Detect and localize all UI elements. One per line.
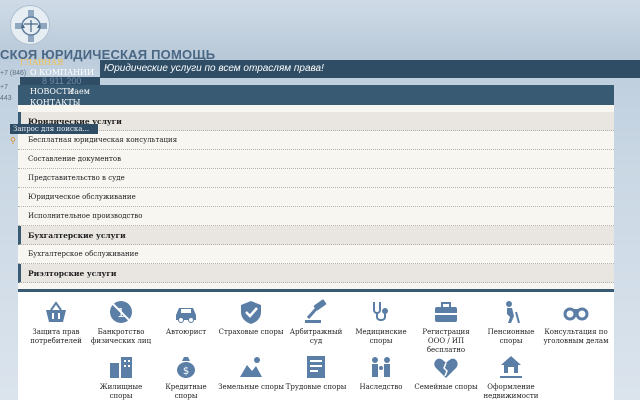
service-label: Оформление недвижимости — [483, 383, 539, 400]
gavel-icon — [305, 299, 327, 323]
service-label: Автоюрист — [165, 328, 207, 336]
menu-item[interactable]: Юридическое обслуживание — [18, 188, 614, 207]
service-registration[interactable]: Регистрация ООО / ИП бесплатно — [413, 298, 479, 355]
menu-item[interactable]: Бесплатная юридическая консультация — [18, 131, 614, 150]
elderly-icon — [506, 301, 520, 324]
money-bag-icon: $ — [177, 357, 195, 378]
buildings-icon — [110, 357, 132, 378]
menu-item[interactable]: Исполнительное производство — [18, 207, 614, 226]
service-label: Консультация по уголовным делам — [543, 328, 609, 345]
service-label: Жилищные споры — [99, 383, 143, 400]
briefcase-icon — [435, 302, 457, 322]
service-label: Земельные споры — [218, 383, 284, 391]
service-criminal[interactable]: Консультация по уголовным делам — [543, 298, 609, 346]
service-credit[interactable]: $ Кредитные споры — [153, 353, 219, 400]
house-hand-icon — [500, 356, 522, 378]
logo[interactable] — [10, 5, 50, 45]
menu-item[interactable]: Представительство в суде — [18, 169, 614, 188]
service-label: Семейные споры — [414, 383, 478, 391]
menu-item[interactable]: Составление документов — [18, 150, 614, 169]
main-top-bar — [18, 85, 614, 105]
service-label: Банкротство физических лиц — [90, 328, 152, 345]
service-label: Кредитные споры — [165, 383, 207, 400]
nav-home[interactable]: ГЛАВНАЯ — [20, 58, 63, 67]
stethoscope-icon — [373, 302, 388, 321]
nav-about[interactable]: О КОМПАНИИ — [30, 68, 94, 77]
service-insurance[interactable]: Страховые споры — [218, 298, 284, 337]
service-label: Защита прав потребителей — [30, 328, 82, 345]
phone-fragment: +7 (846) — [0, 70, 27, 77]
service-label: Арбитражный суд — [289, 328, 343, 345]
service-label: Медицинские споры — [355, 328, 407, 345]
service-label: Регистрация ООО / ИП бесплатно — [422, 328, 470, 354]
search-icon[interactable]: ⚲ — [10, 136, 16, 145]
service-housing[interactable]: Жилищные споры — [88, 353, 154, 400]
service-medical[interactable]: Медицинские споры — [348, 298, 414, 346]
svg-text:$: $ — [183, 366, 189, 377]
car-icon — [176, 308, 196, 323]
service-realty[interactable]: Оформление недвижимости — [478, 353, 544, 400]
land-icon — [240, 357, 262, 377]
document-icon — [307, 356, 325, 378]
broken-heart-icon — [434, 358, 458, 378]
overlap-text: гаем — [70, 87, 90, 96]
menu-header-accounting[interactable]: Бухгалтерские услуги — [18, 226, 614, 245]
menu-header-realty[interactable]: Риэлторские услуги — [18, 264, 614, 283]
service-auto-lawyer[interactable]: Автоюрист — [153, 298, 219, 337]
service-bankruptcy[interactable]: 1 Банкротство физических лиц — [88, 298, 154, 346]
scales-logo-icon — [15, 10, 47, 42]
service-arbitration[interactable]: Арбитражный суд — [283, 298, 349, 346]
nav-news[interactable]: НОВОСТИ — [30, 87, 74, 96]
service-label: Пенсионные споры — [487, 328, 535, 345]
bankruptcy-icon: 1 — [110, 301, 132, 323]
handcuffs-icon — [563, 307, 589, 321]
service-inheritance[interactable]: Наследство — [348, 353, 414, 392]
service-label: Трудовые споры — [285, 383, 347, 391]
service-consumer-rights[interactable]: Защита прав потребителей — [23, 298, 89, 346]
family-icon — [372, 357, 390, 377]
service-label: Наследство — [359, 383, 403, 391]
service-pension[interactable]: Пенсионные споры — [478, 298, 544, 346]
service-label: Страховые споры — [218, 328, 284, 336]
service-land[interactable]: Земельные споры — [218, 353, 284, 392]
service-labor[interactable]: Трудовые споры — [283, 353, 349, 392]
shield-check-icon — [241, 301, 261, 324]
search-input[interactable]: Запрос для поиска... — [10, 124, 98, 134]
basket-icon — [46, 301, 66, 322]
service-family[interactable]: Семейные споры — [413, 353, 479, 392]
tagline: Юридические услуги по всем отраслям прав… — [104, 63, 324, 74]
phone-fragment: 443 — [0, 95, 12, 102]
menu-header-legal[interactable]: Юридические услуги — [18, 112, 614, 131]
phone-fragment: +7 — [0, 84, 8, 91]
menu-item[interactable]: Бухгалтерское обслуживание — [18, 245, 614, 264]
